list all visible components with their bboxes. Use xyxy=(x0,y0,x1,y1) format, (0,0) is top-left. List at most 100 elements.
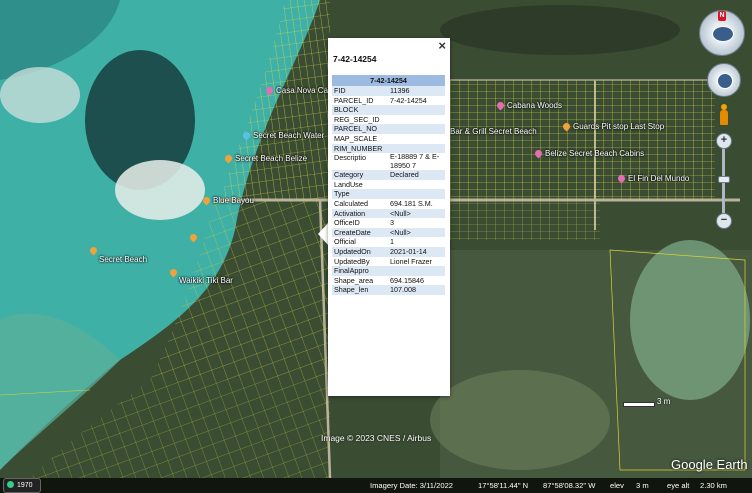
place-label[interactable] xyxy=(88,245,100,256)
attribute-key: PARCEL_NO xyxy=(332,124,388,134)
attribute-row: UpdatedOn 2021-01-14 xyxy=(332,246,445,257)
attribute-row: Shape_len 107.008 xyxy=(332,285,445,295)
attribute-value: 694.181 S.M. xyxy=(390,198,433,208)
north-indicator[interactable]: N xyxy=(718,11,726,21)
map-pin-icon xyxy=(533,148,544,159)
map-pin-icon xyxy=(495,100,506,111)
map-pin-icon xyxy=(88,245,99,256)
latitude: 17°58'11.44" N xyxy=(478,481,529,490)
attribute-row: LandUse xyxy=(332,180,445,190)
attribute-value xyxy=(388,134,445,144)
eye-altitude-value: 2.30 km xyxy=(700,481,728,490)
map-pin-icon xyxy=(264,85,275,96)
attribute-key: LandUse xyxy=(334,179,363,189)
attribute-value: Declared xyxy=(388,170,445,180)
satellite-map[interactable]: Casa Nova Cab Secret Beach Water Secret … xyxy=(0,0,752,493)
popup-title: 7-42-14254 xyxy=(333,54,377,64)
attribute-key: Shape_len xyxy=(332,285,388,295)
attribute-row: CreateDate <Null> xyxy=(332,227,445,238)
attribute-key: FID xyxy=(332,86,388,96)
place-label-text[interactable]: Bar & Grill Secret Beach xyxy=(450,127,537,136)
attribute-value xyxy=(388,105,445,115)
attribute-key: MAP_SCALE xyxy=(334,133,378,143)
map-pin-icon xyxy=(223,153,234,164)
attribute-key: UpdatedOn xyxy=(332,246,388,257)
imagery-date: Imagery Date: 3/11/2022 xyxy=(370,481,454,490)
map-pin-icon xyxy=(616,173,627,184)
attribute-value xyxy=(388,266,445,276)
longitude: 87°58'08.32" W xyxy=(543,481,596,490)
attribute-row: UpdatedBy Lionel Frazer xyxy=(332,257,445,267)
zoom-in-button[interactable]: + xyxy=(716,133,732,149)
attribute-value xyxy=(388,180,445,190)
attribute-row: REG_SEC_ID xyxy=(332,115,445,125)
attribute-value: 107.008 xyxy=(388,285,445,295)
attribute-row: Official 1 xyxy=(332,237,445,247)
attribute-key: Shape_area xyxy=(334,275,374,285)
attribute-key: OfficeID xyxy=(334,218,360,228)
close-icon[interactable]: × xyxy=(438,39,446,53)
attribute-value: 694.15846 xyxy=(390,275,424,285)
attribute-key: PARCEL_ID xyxy=(334,95,374,105)
map-pin-icon xyxy=(201,195,212,206)
attribute-key: REG_SEC_ID xyxy=(334,114,380,124)
imagery-attribution: Image © 2023 CNES / Airbus xyxy=(321,433,432,443)
parcel-info-popup: × 7-42-14254 7-42-14254 FID 11396 PARCEL_I… xyxy=(328,38,450,396)
attribute-key: Calculated xyxy=(334,198,368,208)
attribute-value xyxy=(388,124,445,134)
attribute-value: 11396 xyxy=(388,86,445,96)
attribute-row: Descriptio E-18889 7 & E-18950 7 xyxy=(332,152,445,170)
place-label[interactable]: Blue Bayou xyxy=(201,195,254,206)
attribute-key: Activation xyxy=(332,208,388,219)
attribute-row: Category Declared xyxy=(332,170,445,180)
zoom-slider-handle[interactable] xyxy=(718,176,730,183)
attribute-key: Category xyxy=(332,170,388,180)
attribute-key: FinalAppro xyxy=(332,266,388,276)
place-label[interactable]: El Fin Del Mundo xyxy=(616,173,689,184)
elevation-value: 3 m xyxy=(636,481,649,490)
attribute-value: 3 xyxy=(390,218,394,228)
attribute-row: PARCEL_ID 7-42-14254 xyxy=(332,96,445,106)
look-control[interactable]: N xyxy=(699,10,745,56)
place-label[interactable]: Belize Secret Beach Cabins xyxy=(533,148,644,159)
clock-icon xyxy=(7,481,14,488)
hand-icon xyxy=(717,73,733,89)
attribute-row: Shape_area 694.15846 xyxy=(332,276,445,286)
attribute-key: Type xyxy=(332,189,388,199)
attribute-value: 1 xyxy=(390,237,394,247)
attribute-value: Lionel Frazer xyxy=(390,256,432,266)
attribute-key: UpdatedBy xyxy=(334,256,370,266)
street-view-pegman-icon[interactable] xyxy=(719,104,728,126)
place-label[interactable]: Secret Beach Belize xyxy=(223,153,307,164)
place-label[interactable]: Guards Pit stop Last Stop xyxy=(561,121,664,132)
scale-label: 3 m xyxy=(657,397,671,406)
attribute-value: 7-42-14254 xyxy=(390,95,427,105)
place-label[interactable]: Secret Beach Water xyxy=(241,130,324,141)
elevation-label: elev xyxy=(610,481,624,490)
zoom-out-button[interactable]: − xyxy=(716,213,732,229)
attribute-row: PARCEL_NO xyxy=(332,124,445,134)
attribute-table: 7-42-14254 FID 11396 PARCEL_ID 7-42-14254 BL… xyxy=(332,75,445,295)
google-earth-logo: Google Earth xyxy=(671,457,748,472)
attribute-value: <Null> xyxy=(388,227,445,238)
eye-altitude-label: eye alt xyxy=(667,481,690,490)
map-pin-icon xyxy=(168,267,179,278)
historical-imagery-button[interactable]: 1970 xyxy=(3,478,41,493)
place-label[interactable]: Casa Nova Cab xyxy=(264,85,332,96)
attribute-key: RIM_NUMBER xyxy=(332,143,388,154)
attribute-key: BLOCK xyxy=(332,105,388,115)
map-pin-icon xyxy=(561,121,572,132)
attribute-row: BLOCK xyxy=(332,105,445,115)
place-marker[interactable] xyxy=(188,232,200,243)
scale-legend: 3 m xyxy=(623,394,693,408)
map-pin-icon xyxy=(188,232,199,243)
place-label[interactable]: Cabana Woods xyxy=(495,100,562,111)
attribute-row: Activation <Null> xyxy=(332,208,445,219)
attribute-value: 2021-01-14 xyxy=(388,246,445,257)
eye-icon xyxy=(712,26,734,42)
place-label-text[interactable]: Secret Beach xyxy=(99,255,147,264)
attribute-value xyxy=(388,189,445,199)
attribute-row: OfficeID 3 xyxy=(332,218,445,228)
place-label-text[interactable]: Waikiki Tiki Bar xyxy=(179,276,233,285)
move-control[interactable] xyxy=(707,63,741,97)
